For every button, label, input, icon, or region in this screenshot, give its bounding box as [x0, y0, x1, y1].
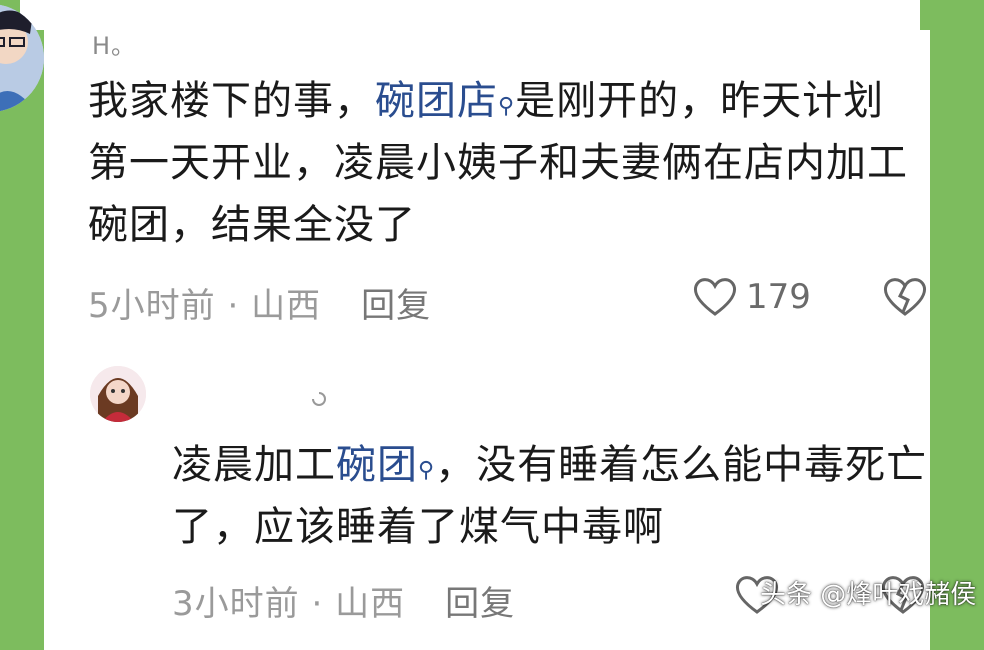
comment1-meta: 5小时前 · 山西 回复	[88, 286, 432, 326]
comment2-text: 凌晨加工碗团⚲，没有睡着怎么能中毒死亡了，应该睡着了煤气中毒啊	[172, 434, 932, 558]
comment1-text: 我家楼下的事，碗团店⚲是刚开的，昨天计划第一天开业，凌晨小姨子和夫妻俩在店内加工…	[88, 70, 918, 256]
comment2-reply-button[interactable]: 回复	[445, 584, 515, 624]
comment2-text-before: 凌晨加工	[172, 442, 336, 488]
comment1-reply-button[interactable]: 回复	[361, 286, 431, 326]
broken-heart-icon	[884, 278, 926, 316]
heart-icon	[694, 278, 736, 316]
avatar-user2[interactable]	[90, 366, 146, 422]
comment2-time: 3小时前	[172, 584, 300, 624]
comment1-text-before: 我家楼下的事，	[88, 78, 375, 124]
search-icon: ⚲	[418, 458, 436, 483]
comment1-link-label: 碗团店	[375, 78, 498, 124]
search-icon: ⚲	[498, 94, 516, 119]
comment2-search-link[interactable]: 碗团⚲	[336, 442, 435, 488]
watermark: 头条 @烽叶戏赭侯	[760, 580, 977, 610]
top-bar-background	[20, 0, 920, 30]
comment1-like-button[interactable]: 179	[692, 276, 811, 318]
comment2-meta: 3小时前 · 山西 回复	[172, 584, 516, 624]
comment1-search-link[interactable]: 碗团店⚲	[375, 78, 515, 124]
comment1-location: 山西	[251, 286, 322, 326]
comment1-like-count: 179	[746, 277, 811, 317]
comment2-link-label: 碗团	[336, 442, 418, 488]
comment2-location: 山西	[335, 584, 406, 624]
comment1-time: 5小时前	[88, 286, 216, 326]
comment1-cut-text: H。	[92, 32, 137, 60]
comment1-dislike-button[interactable]	[882, 276, 928, 322]
loading-icon	[312, 392, 326, 406]
